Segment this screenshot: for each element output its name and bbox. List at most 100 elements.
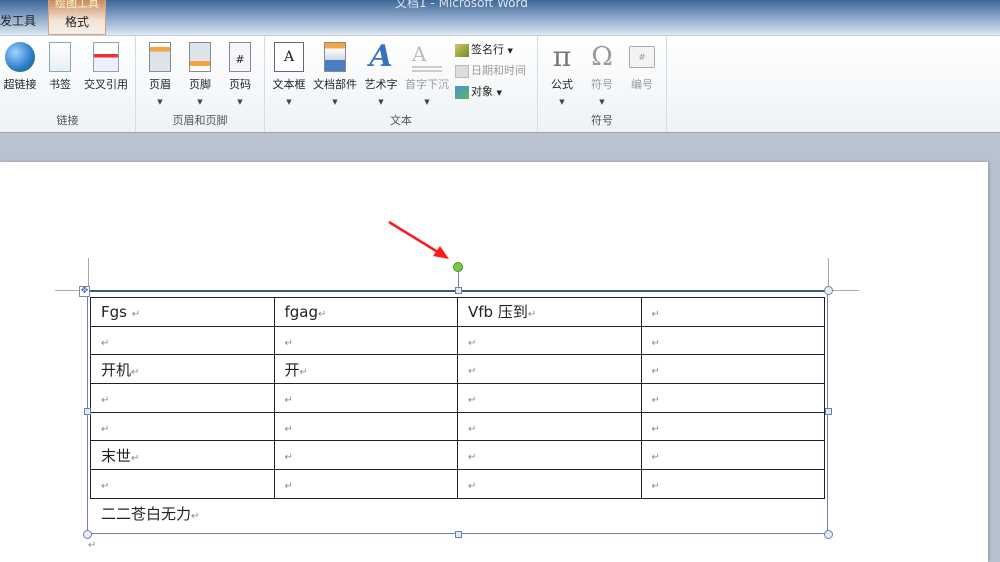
signature-line-icon — [455, 43, 469, 57]
group-header-footer: 页眉 ▼ 页脚 ▼ # 页码 ▼ 页眉和页脚 — [136, 36, 265, 132]
resize-handle-top-right[interactable] — [824, 286, 833, 295]
table-cell[interactable]: ↵ — [640, 383, 825, 413]
numbering-icon: # — [629, 46, 655, 68]
group-label: 页眉和页脚 — [172, 114, 228, 127]
dropdown-arrow-icon: ▼ — [237, 98, 243, 106]
date-time-icon — [455, 64, 469, 78]
table-cell[interactable]: ↵ — [273, 325, 458, 356]
table-move-handle-icon[interactable]: ✥ — [79, 286, 90, 297]
quick-parts-button[interactable]: 文档部件 ▼ — [313, 42, 357, 106]
cross-reference-button[interactable]: 交叉引用 — [84, 42, 128, 92]
pi-icon: π — [552, 40, 572, 73]
resize-handle-bottom-right[interactable] — [824, 530, 833, 539]
footer-button[interactable]: 页脚 ▼ — [178, 42, 222, 106]
dropdown-arrow-icon: ▼ — [286, 98, 292, 106]
table-cell[interactable]: 开机↵ — [90, 354, 275, 385]
group-links: 超链接 书签 交叉引用 链接 — [0, 36, 136, 132]
dropdown-arrow-icon: ▼ — [507, 47, 513, 55]
paragraph-mark: ↵ — [131, 452, 140, 464]
paragraph-mark: ↵ — [527, 309, 537, 321]
label: 签名行 — [471, 43, 504, 56]
page-number-icon: # — [229, 42, 251, 72]
resize-handle-left[interactable] — [84, 408, 91, 415]
equation-button[interactable]: π 公式 ▼ — [540, 40, 584, 107]
table-cell[interactable]: ↵ — [457, 440, 642, 471]
table-cell[interactable]: ↵ — [273, 383, 458, 413]
table-cell[interactable]: Fgs ↵ — [90, 297, 275, 327]
page-number-button[interactable]: # 页码 ▼ — [218, 42, 262, 106]
header-button[interactable]: 页眉 ▼ — [138, 42, 182, 106]
cell-text: 末世 — [101, 446, 132, 465]
paragraph-mark: ↵ — [468, 337, 477, 349]
wordart-icon: A — [369, 39, 393, 74]
table-cell[interactable]: ↵ — [273, 411, 458, 442]
paragraph-mark: ↵ — [651, 394, 660, 406]
textbox-paragraph[interactable]: 二二苍白无力↵ — [101, 503, 199, 524]
table-cell[interactable]: ↵ — [640, 325, 825, 356]
paragraph-mark: ↵ — [284, 423, 293, 435]
object-icon — [455, 85, 469, 99]
table-row: Fgs ↵ fgag↵ Vfb 压到↵ ↵ — [90, 297, 825, 327]
object-button[interactable]: 对象 ▼ — [455, 83, 502, 99]
resize-handle-bottom-left[interactable] — [83, 530, 92, 539]
contextual-tab-group-label: 绘图工具 — [55, 0, 99, 10]
table-cell[interactable]: ↵ — [457, 325, 642, 356]
paragraph-mark: ↵ — [318, 308, 327, 320]
table-cell[interactable]: ↵ — [90, 411, 275, 442]
table-cell[interactable]: ↵ — [640, 411, 825, 442]
wordart-button[interactable]: A 艺术字 ▼ — [359, 39, 403, 107]
paragraph-mark: ↵ — [468, 394, 477, 406]
paragraph-mark: ↵ — [101, 480, 110, 492]
drop-cap-button[interactable]: A 首字下沉 ▼ — [405, 42, 449, 106]
label: 日期和时间 — [471, 64, 526, 77]
date-time-button[interactable]: 日期和时间 — [455, 62, 526, 78]
table-cell[interactable]: ↵ — [457, 411, 642, 442]
table-cell[interactable]: 开↵ — [273, 354, 458, 385]
table-cell[interactable]: ↵ — [90, 469, 275, 499]
paragraph-mark: ↵ — [284, 452, 293, 464]
table-cell[interactable]: ↵ — [90, 325, 275, 356]
label: 编号 — [631, 78, 653, 91]
paragraph-mark: ↵ — [468, 423, 477, 435]
symbol-button[interactable]: Ω 符号 ▼ — [580, 42, 624, 106]
label: 对象 — [471, 85, 493, 98]
crop-mark — [829, 290, 859, 291]
table-cell[interactable]: ↵ — [640, 440, 825, 471]
table-cell[interactable]: 末世↵ — [90, 440, 275, 471]
window-title: 文档1 - Microsoft Word — [395, 0, 528, 10]
paragraph-mark: ↵ — [284, 480, 293, 492]
table-cell[interactable]: Vfb 压到↵ — [457, 297, 642, 327]
paragraph-mark: ↵ — [468, 452, 477, 464]
rotate-handle[interactable] — [453, 262, 463, 272]
bookmark-button[interactable]: 书签 — [38, 42, 82, 92]
cross-reference-icon — [93, 42, 119, 72]
table-cell[interactable]: ↵ — [640, 354, 825, 385]
numbering-button[interactable]: # 编号 — [620, 42, 664, 92]
table-cell[interactable]: ↵ — [457, 469, 642, 499]
table-cell[interactable]: ↵ — [457, 354, 642, 385]
table-row: ↵ ↵ ↵ ↵ — [90, 383, 825, 413]
paragraph-mark: ↵ — [299, 366, 308, 378]
resize-handle-right[interactable] — [825, 408, 832, 415]
resize-handle-bottom[interactable] — [455, 531, 462, 538]
resize-handle-top[interactable] — [455, 287, 462, 294]
hyperlink-globe-icon — [5, 42, 35, 72]
table-cell[interactable]: ↵ — [457, 383, 642, 413]
quick-parts-icon — [324, 42, 346, 72]
tab-format-label: 格式 — [64, 15, 89, 29]
textbox-button[interactable]: A 文本框 ▼ — [267, 42, 311, 106]
tab-format[interactable]: 绘图工具 格式 — [48, 0, 106, 35]
tab-developer[interactable]: 发工具 — [0, 12, 36, 29]
table-cell[interactable]: ↵ — [90, 383, 275, 413]
table-cell[interactable]: ↵ — [273, 469, 458, 499]
table-cell[interactable]: ↵ — [273, 440, 458, 471]
table-cell[interactable]: ↵ — [640, 469, 825, 499]
paragraph-mark: ↵ — [101, 394, 110, 406]
table-cell[interactable]: ↵ — [640, 297, 825, 327]
dropdown-arrow-icon: ▼ — [496, 89, 502, 97]
label: 页码 — [229, 78, 251, 91]
table-cell[interactable]: fgag↵ — [273, 297, 458, 327]
paragraph-mark: ↵ — [651, 308, 660, 320]
signature-line-button[interactable]: 签名行 ▼ — [455, 41, 513, 57]
omega-icon: Ω — [591, 42, 613, 72]
